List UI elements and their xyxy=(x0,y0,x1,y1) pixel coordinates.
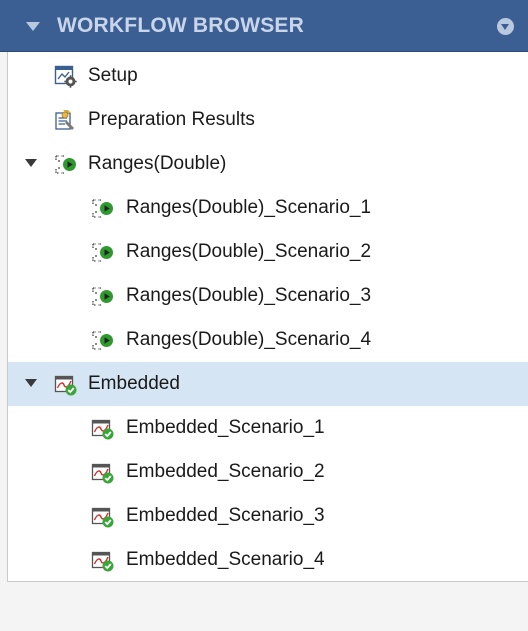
tree-item-label: Preparation Results xyxy=(88,109,255,130)
tree-item-embedded-scenario-3[interactable]: Embedded_Scenario_3 xyxy=(8,494,528,538)
tree-item-label: Setup xyxy=(88,65,138,86)
embedded-check-icon xyxy=(91,551,114,572)
tree-item-embedded[interactable]: Embedded xyxy=(8,362,528,406)
workflow-tree: Setup Preparation Results Ranges(Double) xyxy=(7,52,528,582)
tree-item-ranges-scenario-3[interactable]: Ranges(Double)_Scenario_3 xyxy=(8,274,528,318)
ranges-run-icon xyxy=(92,199,113,218)
tree-item-preparation-results[interactable]: Preparation Results xyxy=(8,98,528,142)
tree-item-label: Embedded_Scenario_3 xyxy=(126,505,325,526)
panel-header[interactable]: WORKFLOW BROWSER xyxy=(0,0,528,52)
tree-item-label: Ranges(Double)_Scenario_1 xyxy=(126,197,372,218)
embedded-check-icon xyxy=(91,507,114,528)
tree-item-label: Ranges(Double)_Scenario_2 xyxy=(126,241,372,262)
tree-item-setup[interactable]: Setup xyxy=(8,54,528,98)
tree-item-embedded-scenario-1[interactable]: Embedded_Scenario_1 xyxy=(8,406,528,450)
tree-item-label: Embedded_Scenario_1 xyxy=(126,417,325,438)
embedded-check-icon xyxy=(91,419,114,440)
tree-item-label: Ranges(Double)_Scenario_4 xyxy=(126,329,372,350)
ranges-run-icon xyxy=(92,331,113,350)
tree-item-label: Embedded_Scenario_2 xyxy=(126,461,325,482)
ranges-run-icon xyxy=(92,287,113,306)
tree-item-label: Ranges(Double) xyxy=(88,153,227,174)
ranges-run-icon xyxy=(92,243,113,262)
setup-icon xyxy=(54,65,77,88)
preparation-results-icon xyxy=(55,110,74,130)
tree-item-ranges-double[interactable]: Ranges(Double) xyxy=(8,142,528,186)
expand-chevron-icon[interactable] xyxy=(25,159,37,167)
tree-item-embedded-scenario-2[interactable]: Embedded_Scenario_2 xyxy=(8,450,528,494)
embedded-check-icon xyxy=(91,463,114,484)
tree-item-ranges-scenario-1[interactable]: Ranges(Double)_Scenario_1 xyxy=(8,186,528,230)
panel-options-icon[interactable] xyxy=(497,18,514,35)
tree-item-embedded-scenario-4[interactable]: Embedded_Scenario_4 xyxy=(8,538,528,582)
embedded-check-icon xyxy=(54,375,77,396)
tree-item-label: Embedded_Scenario_4 xyxy=(126,549,325,570)
ranges-run-icon xyxy=(55,155,76,174)
tree-item-ranges-scenario-2[interactable]: Ranges(Double)_Scenario_2 xyxy=(8,230,528,274)
tree-item-label: Embedded xyxy=(88,373,180,394)
tree-item-label: Ranges(Double)_Scenario_3 xyxy=(126,285,372,306)
expand-chevron-icon[interactable] xyxy=(25,379,37,387)
tree-item-ranges-scenario-4[interactable]: Ranges(Double)_Scenario_4 xyxy=(8,318,528,362)
panel-title: WORKFLOW BROWSER xyxy=(57,14,304,37)
collapse-panel-icon[interactable] xyxy=(26,22,40,31)
workflow-browser-panel: WORKFLOW BROWSER Setup Preparation Resul… xyxy=(0,0,528,631)
